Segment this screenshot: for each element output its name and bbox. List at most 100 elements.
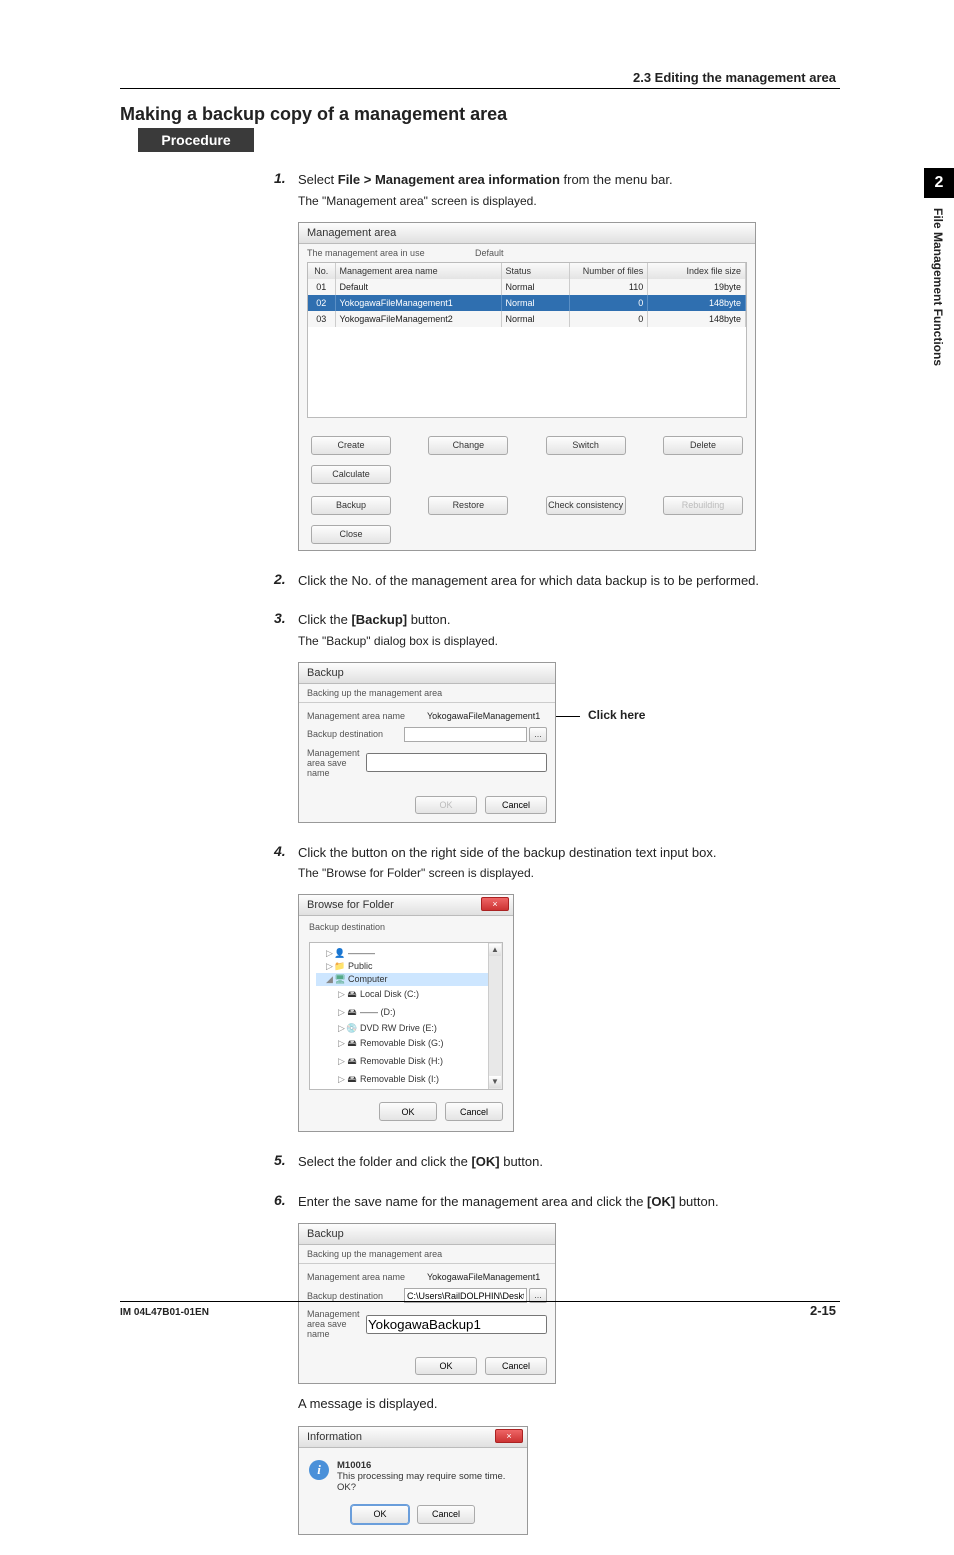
chapter-tab: 2 File Management Functions (924, 168, 954, 388)
step-1-line1: Select File > Management area informatio… (298, 170, 794, 190)
table-row[interactable]: 03 YokogawaFileManagement2 Normal 0 148b… (308, 311, 746, 327)
window-title: Management area (299, 223, 755, 244)
dialog-subtitle: Backing up the management area (299, 684, 555, 703)
message-text: This processing may require some time. O… (337, 1471, 517, 1493)
click-here-label: Click here (588, 708, 645, 722)
name-value: YokogawaFileManagement1 (427, 1272, 547, 1282)
dest-label: Backup destination (307, 729, 404, 739)
step-5-text: Select the folder and click the [OK] but… (298, 1152, 794, 1172)
cancel-button[interactable]: Cancel (485, 1357, 547, 1375)
step-2-text: Click the No. of the management area for… (298, 571, 794, 591)
dest-label: Backup destination (307, 1291, 404, 1301)
footer-rule (120, 1301, 840, 1302)
name-label: Management area name (307, 711, 427, 721)
window-title: Backup (299, 1224, 555, 1245)
button-row-2: Backup Restore Check consistency Rebuild… (299, 490, 755, 550)
table-empty-area (308, 327, 746, 417)
step-3-line1: Click the [Backup] button. (298, 610, 794, 630)
switch-button[interactable]: Switch (546, 436, 626, 455)
backup-dialog-2: Backup Backing up the management area Ma… (298, 1223, 556, 1384)
cancel-button[interactable]: Cancel (445, 1102, 503, 1121)
delete-button[interactable]: Delete (663, 436, 743, 455)
step-3: 3. Click the [Backup] button. The "Backu… (298, 610, 794, 823)
tree-item[interactable]: ▷🖴—— (D:) (316, 1004, 496, 1022)
step-1: 1. Select File > Management area informa… (298, 170, 794, 551)
close-button[interactable]: Close (311, 525, 391, 544)
save-input[interactable] (366, 1315, 547, 1334)
page-title: Making a backup copy of a management are… (120, 104, 507, 125)
step-num: 4. (274, 843, 286, 859)
name-value: YokogawaFileManagement1 (427, 711, 547, 721)
in-use-bar: The management area in use Default (299, 244, 755, 262)
check-consistency-button[interactable]: Check consistency (546, 496, 626, 515)
information-dialog: Information × i M10016 This processing m… (298, 1426, 528, 1535)
step-3-line2: The "Backup" dialog box is displayed. (298, 632, 794, 650)
footer-doc-id: IM 04L47B01-01EN (120, 1307, 209, 1318)
dialog-subtitle: Backing up the management area (299, 1245, 555, 1264)
dialog-subtitle: Backup destination (299, 916, 513, 938)
table-row[interactable]: 01 Default Normal 110 19byte (308, 279, 746, 295)
message-displayed-text: A message is displayed. (298, 1394, 794, 1414)
ok-button[interactable]: OK (415, 1357, 477, 1375)
tree-item[interactable]: ▷🖴Removable Disk (J:) (316, 1089, 496, 1090)
chapter-label: File Management Functions (924, 198, 952, 388)
tree-item[interactable]: ▷🖴Removable Disk (H:) (316, 1053, 496, 1071)
tree-item[interactable]: ▷🖴Local Disk (C:) (316, 986, 496, 1004)
rebuilding-button: Rebuilding (663, 496, 743, 515)
backup-dialog-1: Backup Backing up the management area Ma… (298, 662, 556, 823)
scroll-down-icon[interactable]: ▼ (489, 1076, 501, 1088)
close-icon[interactable]: × (495, 1429, 523, 1443)
section-header: 2.3 Editing the management area (633, 70, 836, 85)
scrollbar[interactable]: ▲ ▼ (488, 943, 502, 1089)
step-num: 1. (274, 170, 286, 186)
ok-button: OK (415, 796, 477, 814)
browse-folder-dialog: Browse for Folder × Backup destination ▲… (298, 894, 514, 1132)
backup-button[interactable]: Backup (311, 496, 391, 515)
header-rule (120, 88, 840, 89)
callout-line (556, 716, 580, 717)
button-row-1: Create Change Switch Delete Calculate (299, 430, 755, 490)
dest-input[interactable] (404, 727, 527, 742)
ok-button[interactable]: OK (351, 1505, 409, 1524)
step-5: 5. Select the folder and click the [OK] … (298, 1152, 794, 1172)
tree-item[interactable]: ▷📁Public (316, 960, 496, 973)
step-2: 2. Click the No. of the management area … (298, 571, 794, 591)
tree-item[interactable]: ▷🖴Removable Disk (G:) (316, 1035, 496, 1053)
info-icon: i (309, 1460, 329, 1480)
footer-page-number: 2-15 (810, 1303, 836, 1318)
message-code: M10016 (337, 1460, 517, 1471)
save-label: Management area save name (307, 748, 366, 778)
folder-tree[interactable]: ▲ ▼ ▷👤——— ▷📁Public ◢🖥Computer ▷🖴Local Di… (309, 942, 503, 1090)
tree-item[interactable]: ▷👤——— (316, 947, 496, 960)
procedure-bar: Procedure (138, 128, 254, 152)
ok-button[interactable]: OK (379, 1102, 437, 1121)
step-1-line2: The "Management area" screen is displaye… (298, 192, 794, 210)
window-title: Information (299, 1427, 527, 1448)
restore-button[interactable]: Restore (428, 496, 508, 515)
step-num: 5. (274, 1152, 286, 1168)
close-icon[interactable]: × (481, 897, 509, 911)
save-input[interactable] (366, 753, 547, 772)
scroll-up-icon[interactable]: ▲ (489, 944, 501, 956)
step-6-text: Enter the save name for the management a… (298, 1192, 794, 1212)
cancel-button[interactable]: Cancel (417, 1505, 475, 1524)
step-4-line2: The "Browse for Folder" screen is displa… (298, 864, 794, 882)
chapter-number: 2 (924, 168, 954, 198)
tree-item[interactable]: ▷🖴Removable Disk (I:) (316, 1071, 496, 1089)
management-table: No. Management area name Status Number o… (307, 262, 747, 418)
table-header: No. Management area name Status Number o… (308, 263, 746, 279)
step-num: 2. (274, 571, 286, 587)
cancel-button[interactable]: Cancel (485, 796, 547, 814)
browse-button[interactable]: … (529, 727, 547, 742)
change-button[interactable]: Change (428, 436, 508, 455)
step-num: 3. (274, 610, 286, 626)
tree-item-computer[interactable]: ◢🖥Computer (316, 973, 496, 986)
table-row[interactable]: 02 YokogawaFileManagement1 Normal 0 148b… (308, 295, 746, 311)
calculate-button[interactable]: Calculate (311, 465, 391, 484)
step-4-line1: Click the button on the right side of th… (298, 843, 794, 863)
management-area-window: Management area The management area in u… (298, 222, 756, 551)
step-num: 6. (274, 1192, 286, 1208)
tree-item[interactable]: ▷💿DVD RW Drive (E:) (316, 1022, 496, 1035)
window-title: Backup (299, 663, 555, 684)
create-button[interactable]: Create (311, 436, 391, 455)
